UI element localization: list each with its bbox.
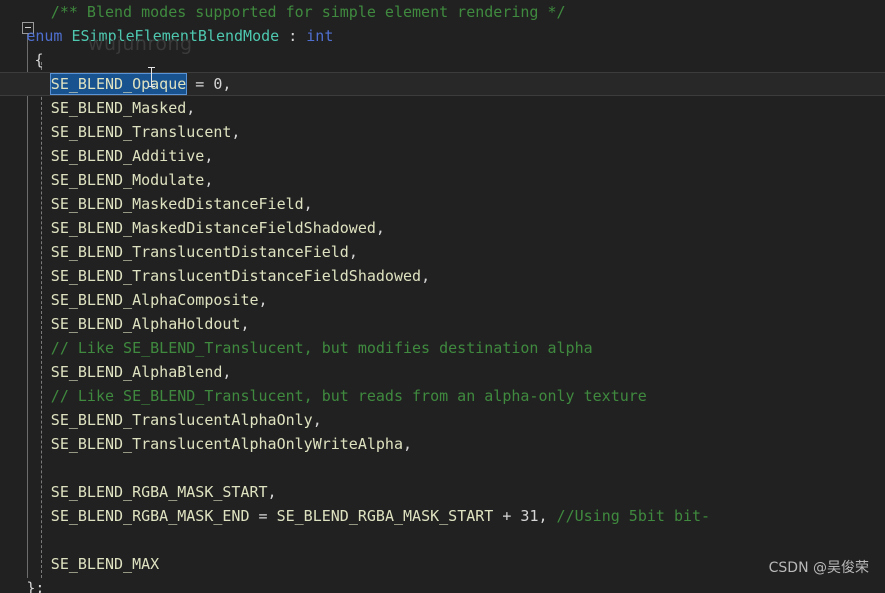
code-line-text: SE_BLEND_RGBA_MASK_END = SE_BLEND_RGBA_M… bbox=[0, 504, 710, 528]
code-token: , bbox=[258, 291, 268, 309]
code-token: , bbox=[538, 507, 557, 525]
code-line-text: SE_BLEND_TranslucentDistanceFieldShadowe… bbox=[0, 264, 430, 288]
code-token: SE_BLEND_TranslucentDistanceFieldShadowe… bbox=[50, 267, 422, 285]
code-line[interactable]: SE_BLEND_Additive, bbox=[0, 144, 885, 168]
code-line-text: SE_BLEND_TranslucentAlphaOnly, bbox=[0, 408, 322, 432]
code-token: SE_BLEND_RGBA_MASK_END bbox=[50, 507, 250, 525]
code-token: + bbox=[493, 507, 521, 525]
code-token: , bbox=[303, 195, 313, 213]
code-line-text: SE_BLEND_Masked, bbox=[0, 96, 196, 120]
code-token: , bbox=[403, 435, 413, 453]
code-token: SE_BLEND_MaskedDistanceFieldShadowed bbox=[50, 219, 376, 237]
code-line-text: SE_BLEND_Translucent, bbox=[0, 120, 241, 144]
code-line-text: /** Blend modes supported for simple ele… bbox=[0, 0, 566, 24]
code-token: SE_BLEND_AlphaComposite bbox=[50, 291, 259, 309]
code-line[interactable]: SE_BLEND_AlphaHoldout, bbox=[0, 312, 885, 336]
code-token: SE_BLEND_TranslucentDistanceField bbox=[50, 243, 349, 261]
code-line[interactable]: SE_BLEND_Masked, bbox=[0, 96, 885, 120]
code-token: int bbox=[306, 27, 334, 45]
code-line[interactable]: // Like SE_BLEND_Translucent, but reads … bbox=[0, 384, 885, 408]
code-token: // Like SE_BLEND_Translucent, but modifi… bbox=[50, 339, 593, 357]
code-editor-pane[interactable]: /** Blend modes supported for simple ele… bbox=[0, 0, 885, 593]
code-token: SE_BLEND_Masked bbox=[50, 99, 187, 117]
code-token: enum bbox=[26, 27, 72, 45]
code-token: SE_BLEND_Translucent bbox=[50, 123, 232, 141]
code-token: , bbox=[240, 315, 250, 333]
code-token: = bbox=[249, 507, 277, 525]
code-line-text: SE_BLEND_TranslucentAlphaOnlyWriteAlpha, bbox=[0, 432, 412, 456]
code-line[interactable]: SE_BLEND_AlphaBlend, bbox=[0, 360, 885, 384]
code-token: }; bbox=[26, 579, 45, 593]
code-line[interactable]: enum ESimpleElementBlendMode : int bbox=[0, 24, 885, 48]
code-line-text: SE_BLEND_Modulate, bbox=[0, 168, 214, 192]
code-token: { bbox=[34, 51, 44, 69]
code-token: SE_BLEND_Modulate bbox=[50, 171, 205, 189]
code-line-text: enum ESimpleElementBlendMode : int bbox=[0, 24, 333, 48]
code-token: , bbox=[204, 147, 214, 165]
code-line-text: SE_BLEND_TranslucentDistanceField, bbox=[0, 240, 358, 264]
code-token: SE_BLEND_AlphaBlend bbox=[50, 363, 223, 381]
code-line-text: SE_BLEND_MAX bbox=[0, 552, 159, 576]
code-line[interactable]: // Like SE_BLEND_Translucent, but modifi… bbox=[0, 336, 885, 360]
code-token: , bbox=[222, 75, 232, 93]
code-token: , bbox=[375, 219, 385, 237]
code-token: , bbox=[421, 267, 431, 285]
code-line-text: SE_BLEND_AlphaComposite, bbox=[0, 288, 268, 312]
code-line-text: SE_BLEND_Opaque = 0, bbox=[0, 73, 231, 95]
code-line[interactable]: SE_BLEND_MaskedDistanceField, bbox=[0, 192, 885, 216]
code-token: SE_BLEND_TranslucentAlphaOnlyWriteAlpha bbox=[50, 435, 403, 453]
code-token: , bbox=[231, 123, 241, 141]
code-line[interactable]: SE_BLEND_TranslucentDistanceFieldShadowe… bbox=[0, 264, 885, 288]
code-line-text: // Like SE_BLEND_Translucent, but modifi… bbox=[0, 336, 593, 360]
code-line[interactable]: SE_BLEND_RGBA_MASK_START, bbox=[0, 480, 885, 504]
code-token: SE_BLEND_Additive bbox=[50, 147, 205, 165]
code-line-text: { bbox=[0, 48, 44, 72]
code-line-text: }; bbox=[0, 576, 44, 593]
code-line-text: SE_BLEND_AlphaBlend, bbox=[0, 360, 232, 384]
code-line[interactable]: SE_BLEND_Opaque = 0, bbox=[0, 72, 885, 96]
code-token: , bbox=[222, 363, 232, 381]
code-line[interactable]: SE_BLEND_TranslucentAlphaOnlyWriteAlpha, bbox=[0, 432, 885, 456]
code-line-text: // Like SE_BLEND_Translucent, but reads … bbox=[0, 384, 647, 408]
code-line[interactable]: SE_BLEND_AlphaComposite, bbox=[0, 288, 885, 312]
code-line[interactable]: SE_BLEND_MaskedDistanceFieldShadowed, bbox=[0, 216, 885, 240]
code-token: , bbox=[267, 483, 277, 501]
code-token: , bbox=[348, 243, 358, 261]
code-token: /** Blend modes supported for simple ele… bbox=[50, 3, 566, 21]
code-line-text: SE_BLEND_MaskedDistanceFieldShadowed, bbox=[0, 216, 385, 240]
code-token: , bbox=[186, 99, 196, 117]
code-token: SE_BLEND_TranslucentAlphaOnly bbox=[50, 411, 313, 429]
code-line[interactable] bbox=[0, 456, 885, 480]
code-token: SE_BLEND_MAX bbox=[50, 555, 160, 573]
code-line-text: SE_BLEND_AlphaHoldout, bbox=[0, 312, 250, 336]
code-token: SE_BLEND_RGBA_MASK_START bbox=[276, 507, 494, 525]
code-line[interactable]: SE_BLEND_MAX bbox=[0, 552, 885, 576]
code-text-surface[interactable]: /** Blend modes supported for simple ele… bbox=[0, 0, 885, 593]
code-line[interactable]: /** Blend modes supported for simple ele… bbox=[0, 0, 885, 24]
selected-text: SE_BLEND_Opaque bbox=[49, 73, 188, 95]
code-token: SE_BLEND_RGBA_MASK_START bbox=[50, 483, 268, 501]
code-line-text: SE_BLEND_RGBA_MASK_START, bbox=[0, 480, 277, 504]
code-token: 31 bbox=[520, 507, 539, 525]
code-token: , bbox=[312, 411, 322, 429]
code-line[interactable]: SE_BLEND_RGBA_MASK_END = SE_BLEND_RGBA_M… bbox=[0, 504, 885, 528]
code-token: // Like SE_BLEND_Translucent, but reads … bbox=[50, 387, 647, 405]
code-token: SE_BLEND_AlphaHoldout bbox=[50, 315, 241, 333]
code-token: ESimpleElementBlendMode bbox=[71, 27, 280, 45]
code-token: SE_BLEND_MaskedDistanceField bbox=[50, 195, 304, 213]
code-line[interactable]: SE_BLEND_Translucent, bbox=[0, 120, 885, 144]
code-line[interactable] bbox=[0, 528, 885, 552]
code-line[interactable]: }; bbox=[0, 576, 885, 593]
code-line[interactable]: SE_BLEND_TranslucentAlphaOnly, bbox=[0, 408, 885, 432]
code-token: = bbox=[186, 75, 214, 93]
code-token: , bbox=[204, 171, 214, 189]
code-line-text: SE_BLEND_MaskedDistanceField, bbox=[0, 192, 313, 216]
code-line[interactable]: SE_BLEND_Modulate, bbox=[0, 168, 885, 192]
code-token: : bbox=[279, 27, 307, 45]
code-line[interactable]: SE_BLEND_TranslucentDistanceField, bbox=[0, 240, 885, 264]
code-line-text: SE_BLEND_Additive, bbox=[0, 144, 214, 168]
code-token: //Using 5bit bit- bbox=[556, 507, 711, 525]
code-line[interactable]: { bbox=[0, 48, 885, 72]
